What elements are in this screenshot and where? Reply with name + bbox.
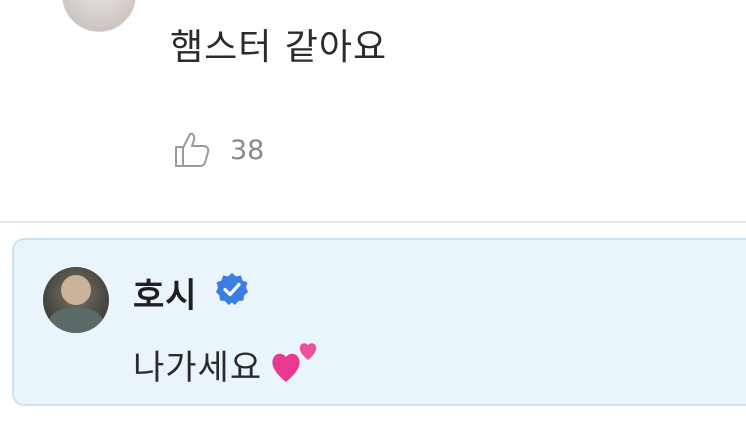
comment-item: 햄스터 같아요 38 — [0, 0, 746, 222]
divider — [0, 221, 746, 223]
verified-badge-icon — [216, 273, 248, 305]
avatar[interactable] — [62, 0, 136, 32]
comments-page: 햄스터 같아요 38 호시 나가세요 — [0, 0, 746, 425]
author-name[interactable]: 호시 — [133, 268, 198, 317]
like-count: 38 — [230, 134, 265, 166]
two-hearts-icon — [272, 343, 317, 382]
avatar[interactable] — [43, 267, 109, 333]
reply-text: 나가세요 — [133, 348, 263, 388]
comment-text: 햄스터 같아요 — [170, 27, 388, 68]
thumbs-up-icon[interactable] — [172, 130, 212, 170]
creator-reply: 호시 나가세요 — [12, 238, 746, 406]
like-row: 38 — [172, 130, 264, 170]
